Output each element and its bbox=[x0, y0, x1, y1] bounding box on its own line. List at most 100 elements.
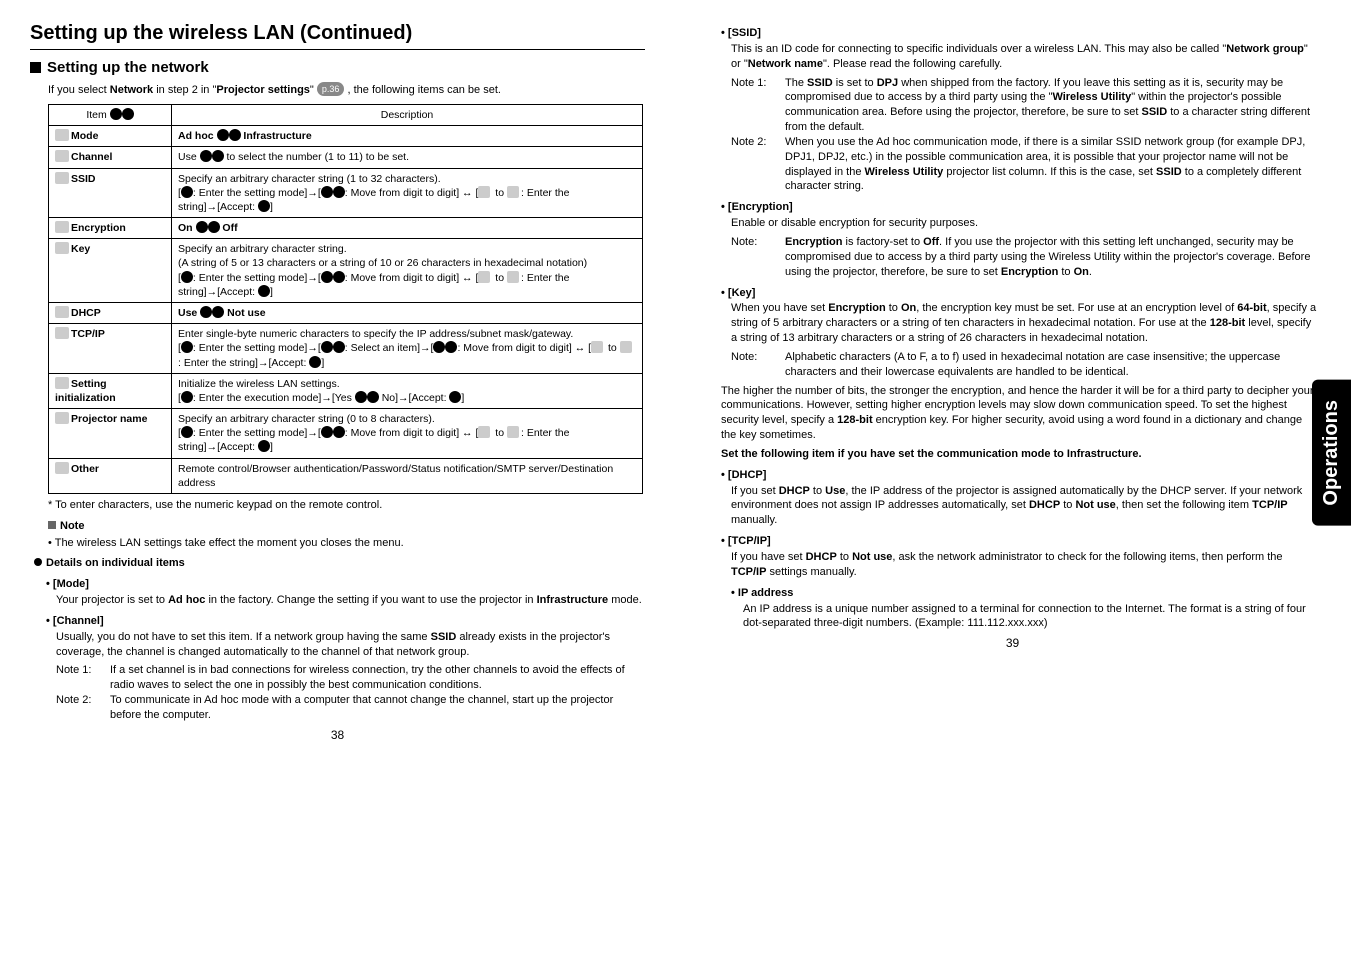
ssid-note-1: Note 1: The SSID is set to DPJ when ship… bbox=[731, 76, 1320, 135]
square-bullet-icon bbox=[30, 62, 41, 73]
num0-icon bbox=[478, 271, 490, 283]
dhcp-icon bbox=[55, 306, 69, 318]
note-tag: Note 1: bbox=[56, 663, 110, 693]
t: is factory-set to bbox=[842, 236, 923, 248]
note-text: If a set channel is in bad connections f… bbox=[110, 663, 645, 693]
ip-address-label: IP address bbox=[731, 586, 1320, 601]
row-ssid-item: SSID bbox=[49, 168, 172, 218]
table-row: TCP/IP Enter single-byte numeric charact… bbox=[49, 324, 643, 374]
ssid-body: This is an ID code for connecting to spe… bbox=[731, 42, 1320, 72]
table-row: DHCP Use Not use bbox=[49, 302, 643, 323]
num0-icon bbox=[478, 426, 490, 438]
row-label: Projector name bbox=[71, 413, 147, 425]
right-icon bbox=[367, 391, 379, 403]
mode-label: [Mode] bbox=[46, 577, 645, 592]
row-ssid-desc: Specify an arbitrary character string (1… bbox=[172, 168, 643, 218]
note-text: The wireless LAN settings take effect th… bbox=[55, 537, 404, 549]
t: SSID bbox=[807, 77, 833, 89]
t: is set to bbox=[833, 77, 877, 89]
t: , ask the network administrator to check… bbox=[892, 551, 1282, 563]
projector-icon bbox=[55, 412, 69, 424]
right-icon bbox=[212, 306, 224, 318]
t: to bbox=[1060, 499, 1075, 511]
infrastructure-note: Set the following item if you have set t… bbox=[721, 447, 1320, 462]
t: to bbox=[886, 302, 901, 314]
note-text: To communicate in Ad hoc mode with a com… bbox=[110, 693, 645, 723]
t: manually. bbox=[731, 514, 777, 526]
t: If you have set bbox=[731, 551, 806, 563]
ssid-notes: Note 1: The SSID is set to DPJ when ship… bbox=[731, 76, 1320, 195]
table-row: Encryption On Off bbox=[49, 218, 643, 239]
right-icon bbox=[212, 150, 224, 162]
t: , the encryption key must be set. For us… bbox=[916, 302, 1237, 314]
ip-address-body: An IP address is a unique number assigne… bbox=[743, 602, 1320, 632]
row-encryption-desc: On Off bbox=[172, 218, 643, 239]
t: This is an ID code for connecting to spe… bbox=[731, 43, 1226, 55]
left-icon bbox=[433, 341, 445, 353]
row-setting-init-item: Setting initialization bbox=[49, 373, 172, 408]
t: Encryption bbox=[785, 236, 842, 248]
section-heading-network: Setting up the network bbox=[30, 58, 645, 78]
channel-icon bbox=[55, 150, 69, 162]
t: projector list column. If this is the ca… bbox=[943, 166, 1156, 178]
table-header-desc: Description bbox=[172, 105, 643, 126]
note-heading: Note bbox=[48, 519, 645, 534]
t: 128-bit bbox=[1210, 317, 1245, 329]
t: DPJ bbox=[877, 77, 898, 89]
row-label: SSID bbox=[71, 173, 96, 185]
left-icon bbox=[200, 150, 212, 162]
note-tag: Note: bbox=[731, 350, 785, 380]
row-mode-desc: Ad hoc Infrastructure bbox=[172, 126, 643, 147]
row-key-item: Key bbox=[49, 239, 172, 303]
tcpip-icon bbox=[55, 327, 69, 339]
dhcp-label: [DHCP] bbox=[721, 468, 1320, 483]
intro-text: , the following items can be set. bbox=[344, 84, 501, 96]
page-reference-badge: p.36 bbox=[317, 82, 345, 96]
channel-label: [Channel] bbox=[46, 614, 645, 629]
desc-text: Ad hoc bbox=[178, 130, 217, 142]
t: When you have set bbox=[731, 302, 828, 314]
t: Usually, you do not have to set this ite… bbox=[56, 631, 431, 643]
right-icon bbox=[229, 129, 241, 141]
t: Infrastructure bbox=[537, 594, 609, 606]
t: On bbox=[1074, 266, 1089, 278]
lock-icon bbox=[55, 221, 69, 233]
t: ". Please read the following carefully. bbox=[823, 58, 1002, 70]
table-row: Key Specify an arbitrary character strin… bbox=[49, 239, 643, 303]
encryption-note: Note: Encryption is factory-set to Off. … bbox=[731, 235, 1320, 280]
left-icon bbox=[355, 391, 367, 403]
up-icon bbox=[321, 341, 333, 353]
note-tag: Note: bbox=[731, 235, 785, 280]
t: mode. bbox=[608, 594, 642, 606]
encryption-notes: Note: Encryption is factory-set to Off. … bbox=[731, 235, 1320, 280]
left-icon bbox=[196, 221, 208, 233]
intro-paragraph: If you select Network in step 2 in "Proj… bbox=[48, 82, 645, 98]
section-heading-text: Setting up the network bbox=[47, 59, 209, 76]
enter-icon bbox=[258, 200, 270, 212]
enter-icon bbox=[258, 285, 270, 297]
key-notes: Note:Alphabetic characters (A to F, a to… bbox=[731, 350, 1320, 380]
t: to bbox=[810, 485, 825, 497]
encryption-body: Enable or disable encryption for securit… bbox=[731, 216, 1320, 231]
note-tag: Note 1: bbox=[731, 76, 785, 135]
t: to bbox=[1058, 266, 1073, 278]
note-text: The SSID is set to DPJ when shipped from… bbox=[785, 76, 1320, 135]
table-header-item: Item bbox=[49, 105, 172, 126]
t: SSID bbox=[431, 631, 457, 643]
channel-body: Usually, you do not have to set this ite… bbox=[56, 630, 645, 660]
desc-text: On bbox=[178, 222, 196, 234]
t: Off bbox=[923, 236, 939, 248]
other-icon bbox=[55, 462, 69, 474]
num9-icon bbox=[507, 426, 519, 438]
down-icon bbox=[122, 108, 134, 120]
enter-icon bbox=[181, 186, 193, 198]
channel-note-1: Note 1:If a set channel is in bad connec… bbox=[56, 663, 645, 693]
t: , then set the following item bbox=[1116, 499, 1252, 511]
t: Not use bbox=[852, 551, 892, 563]
t: Your projector is set to bbox=[56, 594, 168, 606]
intro-text: in step 2 in " bbox=[153, 84, 216, 96]
key-body: When you have set Encryption to On, the … bbox=[731, 301, 1320, 346]
row-label: Encryption bbox=[71, 222, 126, 234]
main-title: Setting up the wireless LAN (Continued) bbox=[30, 20, 645, 50]
intro-projector-settings: Projector settings bbox=[216, 84, 310, 96]
